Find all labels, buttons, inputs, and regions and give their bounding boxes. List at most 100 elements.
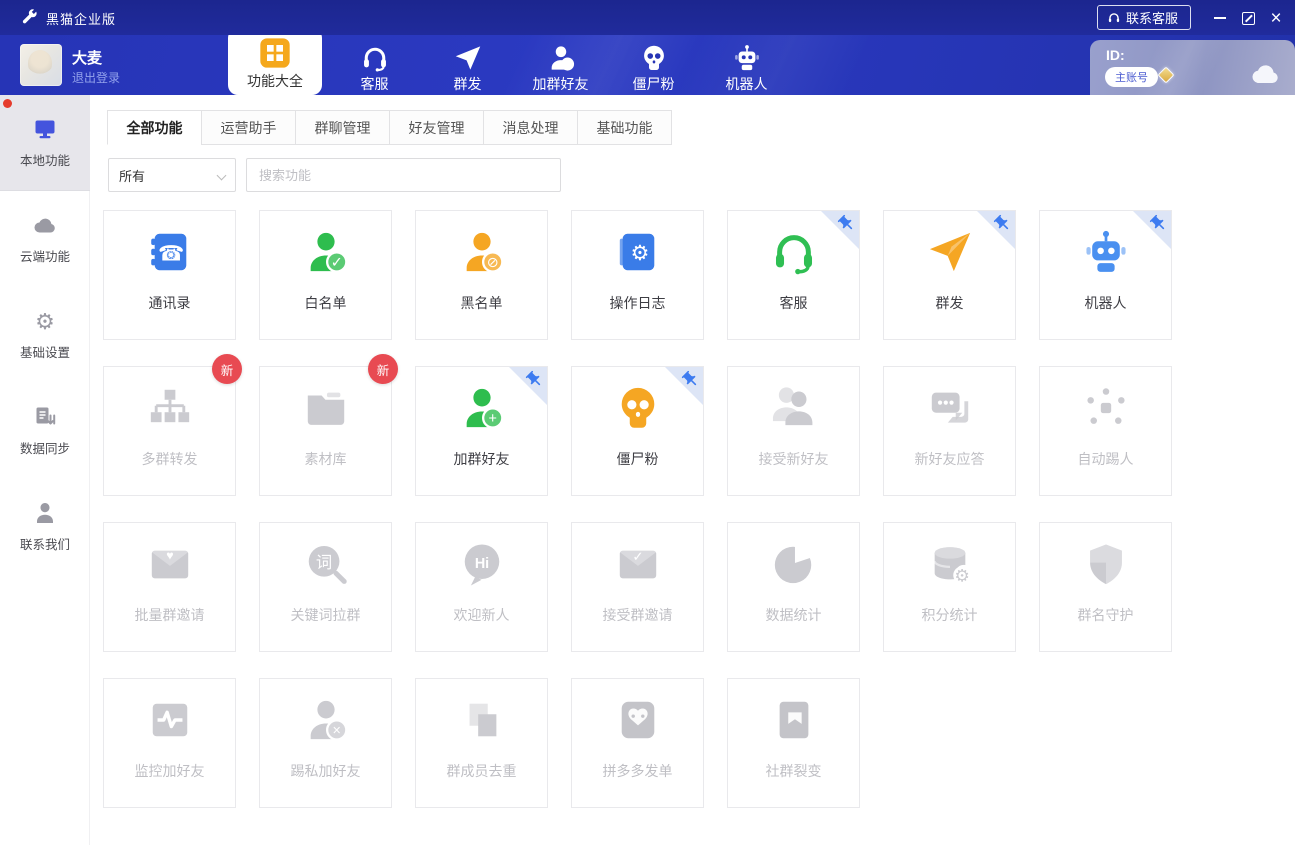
tab-0[interactable]: 全部功能 xyxy=(107,110,202,145)
tile-kick-private-add[interactable]: ×踢私加好友 xyxy=(259,678,392,808)
main-content: 全部功能运营助手群聊管理好友管理消息处理基础功能 所有 ☎通讯录✓白名单⊘黑名单… xyxy=(90,95,1295,845)
tile-points-stats[interactable]: ⚙积分统计 xyxy=(883,522,1016,652)
person-check-icon: ✓ xyxy=(260,211,391,293)
sidebar-item-basic-settings[interactable]: ⚙基础设置 xyxy=(0,287,90,383)
network-icon xyxy=(1040,367,1171,449)
tile-material-library[interactable]: 素材库新 xyxy=(259,366,392,496)
sync-icon xyxy=(32,405,58,429)
header: 大麦 退出登录 功能大全客服群发+加群好友僵尸粉机器人 ID: 主账号 xyxy=(0,35,1295,95)
logout-link[interactable]: 退出登录 xyxy=(72,69,120,86)
svg-text:词: 词 xyxy=(315,554,331,572)
tab-3[interactable]: 好友管理 xyxy=(389,110,484,145)
nav-item-zombie-fans[interactable]: 僵尸粉 xyxy=(607,35,700,95)
person-icon xyxy=(32,501,58,525)
svg-text:⊘: ⊘ xyxy=(486,255,498,271)
monitor-icon xyxy=(32,117,58,141)
tile-multi-group-forward[interactable]: 多群转发新 xyxy=(103,366,236,496)
tile-data-stats[interactable]: 数据统计 xyxy=(727,522,860,652)
filter-row: 所有 xyxy=(108,158,561,192)
tile-blacklist[interactable]: ⊘黑名单 xyxy=(415,210,548,340)
tab-2[interactable]: 群聊管理 xyxy=(295,110,390,145)
tile-mass-send[interactable]: 群发 xyxy=(883,210,1016,340)
tile-contacts[interactable]: ☎通讯录 xyxy=(103,210,236,340)
svg-text:⚙: ⚙ xyxy=(630,242,649,265)
sidebar: 本地功能云端功能⚙基础设置数据同步联系我们 xyxy=(0,95,90,845)
svg-text:✓: ✓ xyxy=(330,255,342,271)
squares-icon xyxy=(416,679,547,761)
feature-grid: ☎通讯录✓白名单⊘黑名单⚙操作日志客服群发机器人多群转发新素材库新+加群好友僵尸… xyxy=(103,210,1172,808)
tag-icon xyxy=(728,679,859,761)
vip-gem-icon xyxy=(1158,67,1175,84)
sidebar-item-data-sync[interactable]: 数据同步 xyxy=(0,383,90,479)
monitor-pulse-icon xyxy=(104,679,235,761)
tile-customer-service[interactable]: 客服 xyxy=(727,210,860,340)
tile-group-name-guard[interactable]: 群名守护 xyxy=(1039,522,1172,652)
tile-operation-log[interactable]: ⚙操作日志 xyxy=(571,210,704,340)
tile-member-dedupe[interactable]: 群成员去重 xyxy=(415,678,548,808)
tab-5[interactable]: 基础功能 xyxy=(577,110,672,145)
envelope-check-icon: ✓ xyxy=(572,523,703,605)
tile-zombie-fans[interactable]: 僵尸粉 xyxy=(571,366,704,496)
search-input[interactable] xyxy=(246,158,561,192)
tile-add-group-friend[interactable]: +加群好友 xyxy=(415,366,548,496)
tile-robot[interactable]: 机器人 xyxy=(1039,210,1172,340)
magnifier-word-icon: 词 xyxy=(260,523,391,605)
close-button[interactable]: × xyxy=(1265,8,1287,28)
sidebar-item-cloud-features[interactable]: 云端功能 xyxy=(0,191,90,287)
sidebar-item-local-features[interactable]: 本地功能 xyxy=(0,95,90,191)
chevron-down-icon xyxy=(217,171,227,181)
new-badge: 新 xyxy=(368,354,398,384)
tile-accept-group-invite[interactable]: ✓接受群邀请 xyxy=(571,522,704,652)
tab-1[interactable]: 运营助手 xyxy=(201,110,296,145)
svg-text:☎: ☎ xyxy=(158,242,184,265)
nav-item-mass-send[interactable]: 群发 xyxy=(421,35,514,95)
shield-icon xyxy=(1040,523,1171,605)
pdd-icon xyxy=(572,679,703,761)
notification-dot xyxy=(3,99,12,108)
tile-auto-kick[interactable]: 自动踢人 xyxy=(1039,366,1172,496)
gear-icon: ⚙ xyxy=(32,309,58,333)
contact-support-button[interactable]: 联系客服 xyxy=(1097,5,1191,30)
category-tabs: 全部功能运营助手群聊管理好友管理消息处理基础功能 xyxy=(108,110,672,145)
svg-text:×: × xyxy=(332,723,340,739)
tile-pdd-order[interactable]: 拼多多发单 xyxy=(571,678,704,808)
tile-monitor-add-friend[interactable]: 监控加好友 xyxy=(103,678,236,808)
db-gear-icon: ⚙ xyxy=(884,523,1015,605)
logbook-icon: ⚙ xyxy=(572,211,703,293)
app-title: 黑猫企业版 xyxy=(46,9,116,28)
category-select[interactable]: 所有 xyxy=(108,158,236,192)
nav-item-add-group-friend[interactable]: +加群好友 xyxy=(514,35,607,95)
app-window: 黑猫企业版 联系客服 × 大麦 退出登录 功能大全客服群发+加群好友僵尸粉机器人… xyxy=(0,0,1295,845)
tile-community-fission[interactable]: 社群裂变 xyxy=(727,678,860,808)
sidebar-item-contact-us[interactable]: 联系我们 xyxy=(0,479,90,575)
person-x-icon: × xyxy=(260,679,391,761)
plane-icon xyxy=(454,35,482,72)
tile-batch-group-invite[interactable]: ♥批量群邀请 xyxy=(103,522,236,652)
nav-item-features[interactable]: 功能大全 xyxy=(228,28,322,95)
tile-whitelist[interactable]: ✓白名单 xyxy=(259,210,392,340)
tile-new-friend-reply[interactable]: 新好友应答 xyxy=(883,366,1016,496)
tab-4[interactable]: 消息处理 xyxy=(483,110,578,145)
maximize-button[interactable] xyxy=(1237,8,1259,28)
app-logo-wrench-icon xyxy=(20,8,39,27)
nav-item-robot[interactable]: 机器人 xyxy=(700,35,793,95)
cloud-icon xyxy=(1249,62,1281,84)
primary-account-badge: 主账号 xyxy=(1105,67,1158,87)
tile-welcome-new[interactable]: Hi欢迎新人 xyxy=(415,522,548,652)
svg-text:+: + xyxy=(488,411,496,427)
user-name: 大麦 xyxy=(72,47,102,68)
minimize-button[interactable] xyxy=(1209,8,1231,28)
svg-text:✓: ✓ xyxy=(632,549,643,564)
chat-icon xyxy=(884,367,1015,449)
svg-text:+: + xyxy=(564,59,569,69)
addressbook-icon: ☎ xyxy=(104,211,235,293)
svg-text:Hi: Hi xyxy=(474,556,488,572)
nav-item-customer-service[interactable]: 客服 xyxy=(328,35,421,95)
person-block-icon: ⊘ xyxy=(416,211,547,293)
titlebar: 黑猫企业版 联系客服 × xyxy=(0,0,1295,35)
cloud-icon xyxy=(32,213,58,237)
user-avatar[interactable] xyxy=(20,44,62,86)
pie-icon xyxy=(728,523,859,605)
tile-keyword-pull-group[interactable]: 词关键词拉群 xyxy=(259,522,392,652)
tile-accept-new-friend[interactable]: 接受新好友 xyxy=(727,366,860,496)
